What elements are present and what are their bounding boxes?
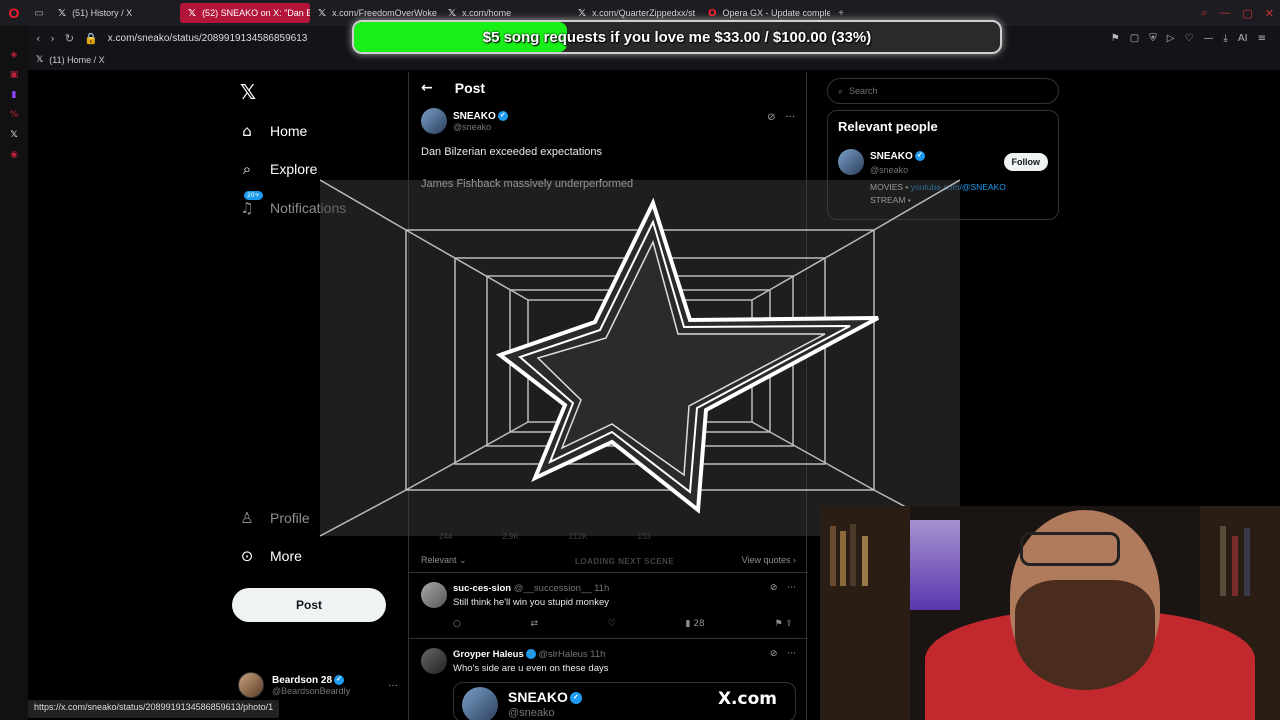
book (840, 531, 846, 586)
donation-goal-bar: $5 song requests if you love me $33.00 /… (352, 20, 1002, 54)
screen: { "browser": { "tabs": [ {"title": "(51)… (0, 0, 1280, 720)
book (830, 526, 836, 586)
status-bar-url: https://x.com/sneako/status/208991913458… (28, 700, 280, 718)
book (850, 524, 856, 586)
streamer-glasses (1020, 532, 1120, 566)
book (1244, 528, 1250, 596)
streamer-beard (1015, 580, 1155, 690)
purple-light (910, 520, 960, 610)
donation-goal-text: $5 song requests if you love me $33.00 /… (482, 28, 872, 46)
book (1220, 526, 1226, 596)
book (1232, 536, 1238, 596)
book (862, 536, 868, 586)
